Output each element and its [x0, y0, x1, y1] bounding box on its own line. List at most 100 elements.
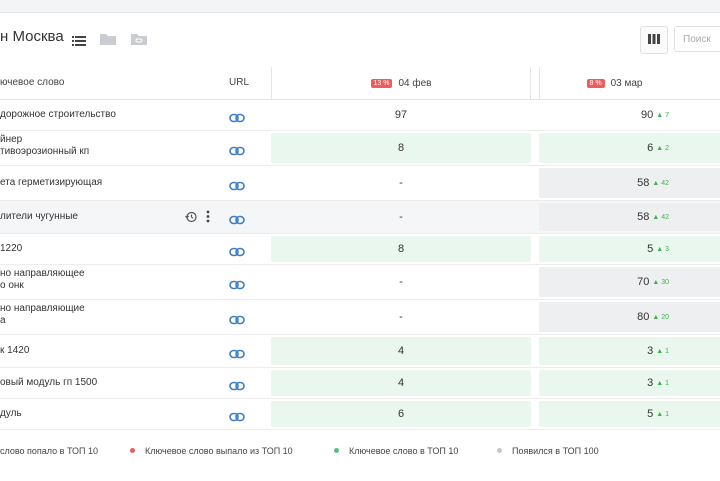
position-value: 58	[637, 177, 650, 189]
position-change: ▲ 1	[656, 347, 669, 355]
search-input[interactable]	[674, 26, 720, 52]
position-change: ▲ 20	[652, 313, 669, 321]
table-row[interactable]: к 1420 4 3 ▲ 1	[0, 335, 720, 368]
legend-in-top10: Ключевое слово в ТОП 10	[349, 446, 459, 456]
keyword-table: дорожное строительство 97 90 ▲ 7 йнер тивоэр…	[0, 100, 720, 430]
table-row[interactable]: но направляющее о онк - 70 ▲ 30	[0, 265, 720, 300]
keyword-text: но направляющее о онк	[0, 268, 85, 291]
position-cell[interactable]: 5 ▲ 1	[539, 401, 720, 427]
legend-entered-top10: слово попало в ТОП 10	[0, 446, 99, 456]
table-row[interactable]: 1220 8 5 ▲ 3	[0, 234, 720, 265]
table-row[interactable]: овый модуль гп 1500 4 3 ▲ 1	[0, 368, 720, 399]
position-change: ▲ 1	[656, 410, 669, 418]
link-icon[interactable]	[229, 378, 245, 391]
table-row[interactable]: дорожное строительство 97 90 ▲ 7	[0, 100, 720, 131]
position-cell[interactable]: 80 ▲ 20	[539, 302, 720, 332]
folder-link-icon[interactable]	[131, 32, 147, 50]
position-value: 80	[637, 311, 650, 323]
more-options-icon[interactable]	[206, 210, 210, 228]
keyword-text: ета герметизирующая	[0, 177, 103, 188]
keyword-text: но направляющие а	[0, 303, 85, 326]
position-change: ▲ 7	[656, 111, 669, 119]
position-value: 8	[397, 243, 405, 255]
position-value: -	[399, 276, 403, 288]
link-icon[interactable]	[229, 244, 245, 257]
keyword-text: дуль	[0, 408, 22, 419]
legend-appeared-top100: Появился в ТОП 100	[512, 446, 599, 456]
position-change: ▲ 42	[652, 213, 669, 221]
position-value: 4	[397, 377, 405, 389]
keyword-text: йнер тивоэрозионный кп	[0, 134, 90, 157]
link-icon[interactable]	[229, 110, 245, 123]
history-icon[interactable]	[185, 210, 197, 228]
position-value: -	[399, 311, 403, 323]
position-cell[interactable]: 5 ▲ 3	[539, 236, 720, 262]
position-cell[interactable]: -	[271, 302, 531, 332]
position-cell[interactable]: 4	[271, 337, 531, 365]
keyword-text: овый модуль гп 1500	[0, 377, 98, 388]
position-value: 5	[647, 243, 654, 255]
column-header-date-2[interactable]: 8 % 03 мар	[539, 67, 720, 99]
position-cell[interactable]: 8	[271, 236, 531, 262]
position-cell[interactable]: 70 ▲ 30	[539, 267, 720, 297]
position-cell[interactable]: -	[271, 203, 531, 231]
legend-dot-gray	[497, 448, 502, 453]
link-icon[interactable]	[229, 143, 245, 156]
position-cell[interactable]: 4	[271, 370, 531, 396]
legend-dot-green	[334, 448, 339, 453]
position-value: -	[399, 211, 403, 223]
keyword-text: лители чугунные	[0, 211, 78, 222]
position-cell[interactable]: 8	[271, 133, 531, 163]
position-cell[interactable]: 6 ▲ 2	[539, 133, 720, 163]
position-value: 70	[637, 276, 650, 288]
page-title: н Москва	[0, 28, 64, 45]
position-value: -	[399, 177, 403, 189]
position-value: 4	[397, 345, 405, 357]
column-header-keyword[interactable]: ючевое слово	[0, 67, 64, 99]
column-header-date-1[interactable]: 13 % 04 фев	[271, 67, 531, 99]
position-value: 8	[397, 142, 405, 154]
position-cell[interactable]: 3 ▲ 1	[539, 370, 720, 396]
position-cell[interactable]: 58 ▲ 42	[539, 168, 720, 198]
position-value: 3	[647, 345, 654, 357]
position-change: ▲ 2	[656, 144, 669, 152]
table-row[interactable]: йнер тивоэрозионный кп 8 6 ▲ 2	[0, 131, 720, 166]
link-icon[interactable]	[229, 409, 245, 422]
position-value: 6	[397, 408, 405, 420]
keyword-text: дорожное строительство	[0, 109, 116, 120]
position-cell[interactable]: 3 ▲ 1	[539, 337, 720, 365]
position-value: 5	[647, 408, 654, 420]
columns-icon	[648, 31, 660, 49]
link-icon[interactable]	[229, 312, 245, 325]
position-value: 58	[637, 211, 650, 223]
link-icon[interactable]	[229, 212, 245, 225]
position-cell[interactable]: -	[271, 168, 531, 198]
link-icon[interactable]	[229, 346, 245, 359]
position-change: ▲ 3	[656, 245, 669, 253]
link-icon[interactable]	[229, 277, 245, 290]
legend-dropped-top10: Ключевое слово выпало из ТОП 10	[145, 446, 293, 456]
column-date: 04 фев	[398, 77, 432, 89]
column-header-url: URL	[229, 77, 250, 88]
table-row[interactable]: но направляющие а - 80 ▲ 20	[0, 300, 720, 335]
list-icon[interactable]	[72, 33, 86, 51]
column-date: 03 мар	[610, 77, 643, 89]
position-cell[interactable]: 58 ▲ 42	[539, 203, 720, 231]
link-icon[interactable]	[229, 178, 245, 191]
table-row[interactable]: лители чугунные - 58 ▲ 42	[0, 201, 720, 234]
position-change: ▲ 1	[656, 379, 669, 387]
visibility-badge: 13 %	[370, 78, 393, 88]
position-cell[interactable]: -	[271, 267, 531, 297]
position-cell[interactable]: 6	[271, 401, 531, 427]
position-value: 3	[647, 377, 654, 389]
table-row[interactable]: дуль 6 5 ▲ 1	[0, 399, 720, 430]
position-cell[interactable]: 90 ▲ 7	[539, 102, 720, 128]
position-change: ▲ 30	[652, 278, 669, 286]
visibility-badge: 8 %	[586, 78, 605, 88]
folder-icon[interactable]	[100, 32, 116, 50]
columns-button[interactable]	[640, 26, 668, 54]
table-row[interactable]: ета герметизирующая - 58 ▲ 42	[0, 166, 720, 201]
position-value: 97	[394, 109, 408, 121]
keyword-text: к 1420	[0, 345, 30, 356]
position-cell[interactable]: 97	[271, 102, 531, 128]
